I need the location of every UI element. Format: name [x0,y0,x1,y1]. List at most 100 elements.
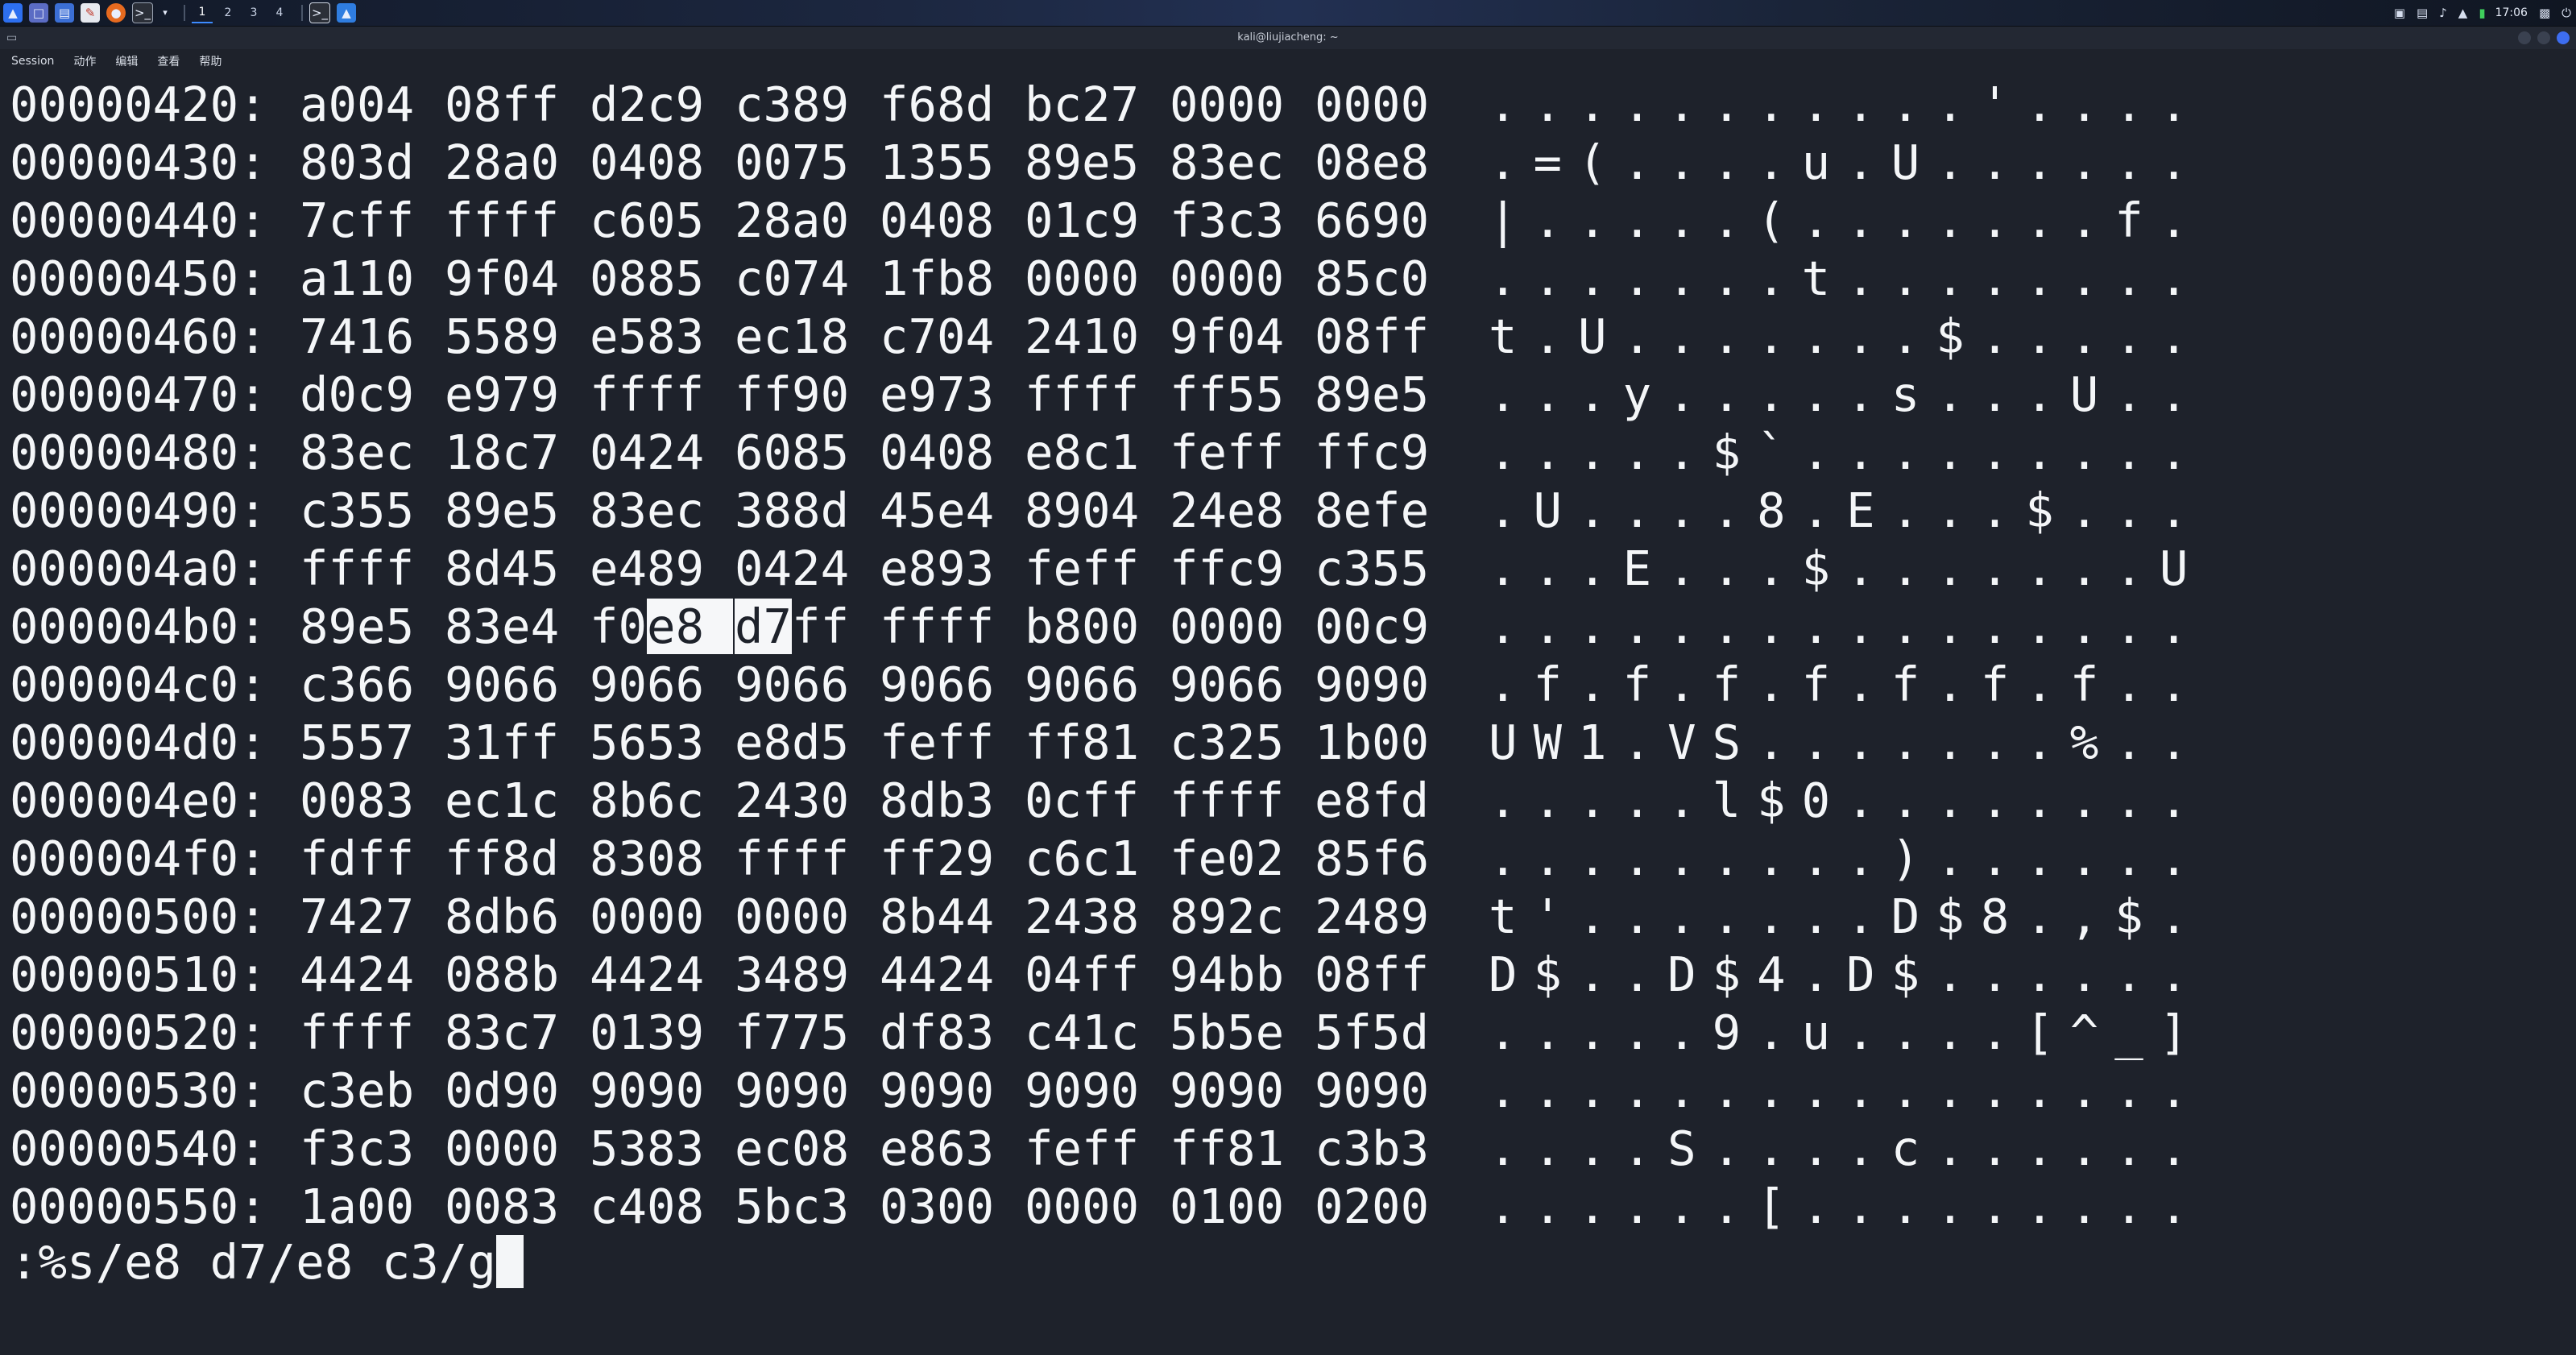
notification-bell-icon[interactable]: ▲ [2458,3,2468,23]
hexdump-byte-group: ffff [735,831,850,886]
close-button[interactable] [2557,31,2570,44]
hexdump-byte-group: 83ec [300,425,415,480]
clock[interactable]: 17:06 [2495,6,2528,19]
hexdump-byte-group: 83c7 [445,1005,560,1060]
file-manager-icon[interactable]: ▤ [55,3,74,23]
firefox-icon[interactable]: ● [106,3,126,23]
workspace-1[interactable]: 1 [192,2,213,23]
hexdump-byte-group: 6690 [1315,193,1430,248]
hexdump-byte-group: 0083 [445,1179,560,1234]
hexdump-byte-group: 0075 [735,135,850,190]
hexdump-byte-group: 9090 [1315,1063,1430,1118]
hexdump-byte-group: 1a00 [300,1179,415,1234]
hexdump-byte-group: 9066 [880,657,995,712]
menu-session[interactable]: Session [11,55,54,68]
hexdump-byte-group: c3b3 [1315,1121,1430,1176]
menu-edit[interactable]: 编辑 [115,53,138,69]
desktop-icon[interactable]: □ [29,3,48,23]
taskbar-terminal-window-icon[interactable]: >_ [309,2,330,23]
workspace-2[interactable]: 2 [217,3,238,23]
hexdump-byte-group: 0083 [300,773,415,828]
taskbar-image-window-icon[interactable]: ▲ [337,3,356,23]
hexdump-byte-group: c074 [735,251,850,306]
text-cursor [495,1235,524,1288]
hexdump-line: 00000520: ffff 83c7 0139 f775 df83 c41c 5b5e 5f5… [10,1004,2555,1062]
hexdump-byte-group: 08ff [1315,947,1430,1002]
menu-bar: Session 动作 编辑 查看 帮助 [0,49,2576,73]
hexdump-ascii: |.....(.......f. [1489,193,2205,248]
hexdump-ascii: .........)...... [1489,831,2205,886]
hexdump-byte-group: 24e8 [1170,483,1285,538]
hexdump-byte-group: e8d5 [735,715,850,770]
hexdump-byte-group: 83e4 [445,599,560,654]
hexdump-byte-group: 0424 [735,541,850,596]
workspace-4[interactable]: 4 [269,3,290,23]
desktop-screen: ▲ □ ▤ ✎ ● >_ ▾ 1 2 3 4 >_ ▲ ▣ ▤ ♪ ▲ ▮ 17… [0,0,2576,1355]
hexdump-byte-group: df83 [880,1005,995,1060]
hexdump-byte-group: 892c [1170,889,1285,944]
vim-command-line[interactable]: :%s/e8 d7/e8 c3/g [10,1233,524,1291]
hexdump-address: 00000420: [10,77,267,132]
hexdump-byte-group: 5383 [590,1121,705,1176]
hexdump-byte-group: c605 [590,193,705,248]
hexdump-byte-group: ffff [880,599,995,654]
volume-icon[interactable]: ♪ [2439,3,2447,23]
lock-icon[interactable]: ▩ [2539,3,2550,23]
hexdump-byte-group: 9090 [1025,1063,1140,1118]
hexdump-byte-group: 1fb8 [880,251,995,306]
minimize-button[interactable] [2518,31,2531,44]
battery-icon[interactable]: ▮ [2479,3,2485,23]
hexdump-byte-group: c408 [590,1179,705,1234]
hexdump-line: 00000510: 4424 088b 4424 3489 4424 04ff 94bb 08f… [10,946,2555,1004]
hexdump-address: 00000430: [10,135,267,190]
menu-view[interactable]: 查看 [157,53,180,69]
network-icon[interactable]: ▤ [2417,3,2428,23]
window-title: kali@liujiacheng: ~ [1237,31,1339,44]
hexdump-byte-group: 9090 [1170,1063,1285,1118]
window-titlebar[interactable]: ▭ kali@liujiacheng: ~ [0,27,2576,49]
hexdump-byte-group: a004 [300,77,415,132]
hexdump-byte-group: 83ec [590,483,705,538]
hexdump-ascii: .f.f.f.f.f.f.f.. [1489,657,2205,712]
hexdump-byte-group: c704 [880,309,995,364]
hexdump-byte-group: 7427 [300,889,415,944]
hexdump-line: 00000460: 7416 5589 e583 ec18 c704 2410 9f04 08f… [10,308,2555,366]
hexdump-byte-group: feff [1025,541,1140,596]
hexdump-address: 00000470: [10,367,267,422]
terminal-area[interactable]: 00000420: a004 08ff d2c9 c389 f68d bc27 0000 000… [10,76,2555,1349]
hexdump-byte-group: 0cff [1025,773,1140,828]
hexdump-byte-group: 28a0 [735,193,850,248]
hexdump-byte-group: 8d45 [445,541,560,596]
terminal-icon[interactable]: >_ [132,2,153,23]
kali-menu-icon[interactable]: ▲ [3,3,23,23]
search-match-highlight: d7 [735,599,793,654]
maximize-button[interactable] [2537,31,2550,44]
hexdump-byte-group: 28a0 [445,135,560,190]
hexdump-byte-group: ffff [300,541,415,596]
hexdump-byte-group: 0000 [1025,1179,1140,1234]
hexdump-byte-group: ffc9 [1315,425,1430,480]
hexdump-byte-group: 94bb [1170,947,1285,1002]
menu-help[interactable]: 帮助 [199,53,222,69]
hexdump-byte-group: 5589 [445,309,560,364]
hexdump-byte-group: 0000 [1025,251,1140,306]
hexdump-ascii: ...y.....s...U.. [1489,367,2205,422]
hexdump-address: 000004d0: [10,715,267,770]
hexdump-line: 000004e0: 0083 ec1c 8b6c 2430 8db3 0cff ffff e8f… [10,772,2555,830]
text-editor-icon[interactable]: ✎ [81,3,100,23]
hexdump-byte-group: 0000 [445,1121,560,1176]
hexdump-byte-group: 83ec [1170,135,1285,190]
hexdump-byte-group: c355 [1315,541,1430,596]
workspace-3[interactable]: 3 [243,3,264,23]
chevron-down-icon[interactable]: ▾ [159,3,171,23]
hexdump-byte-group: 2430 [735,773,850,828]
hexdump-ascii: t.U.......$..... [1489,309,2205,364]
screen-icon[interactable]: ▣ [2394,3,2405,23]
hexdump-line: 00000470: d0c9 e979 ffff ff90 e973 ffff ff55 89e… [10,366,2555,424]
hexdump-byte-group: 9066 [735,657,850,712]
hexdump-byte-group: 1b00 [1315,715,1430,770]
system-tray: ▣ ▤ ♪ ▲ ▮ 17:06 ▩ ⏻ [2383,2,2571,23]
menu-actions[interactable]: 动作 [73,53,96,69]
power-icon[interactable]: ⏻ [2562,3,2571,23]
window-controls [2512,31,2570,44]
